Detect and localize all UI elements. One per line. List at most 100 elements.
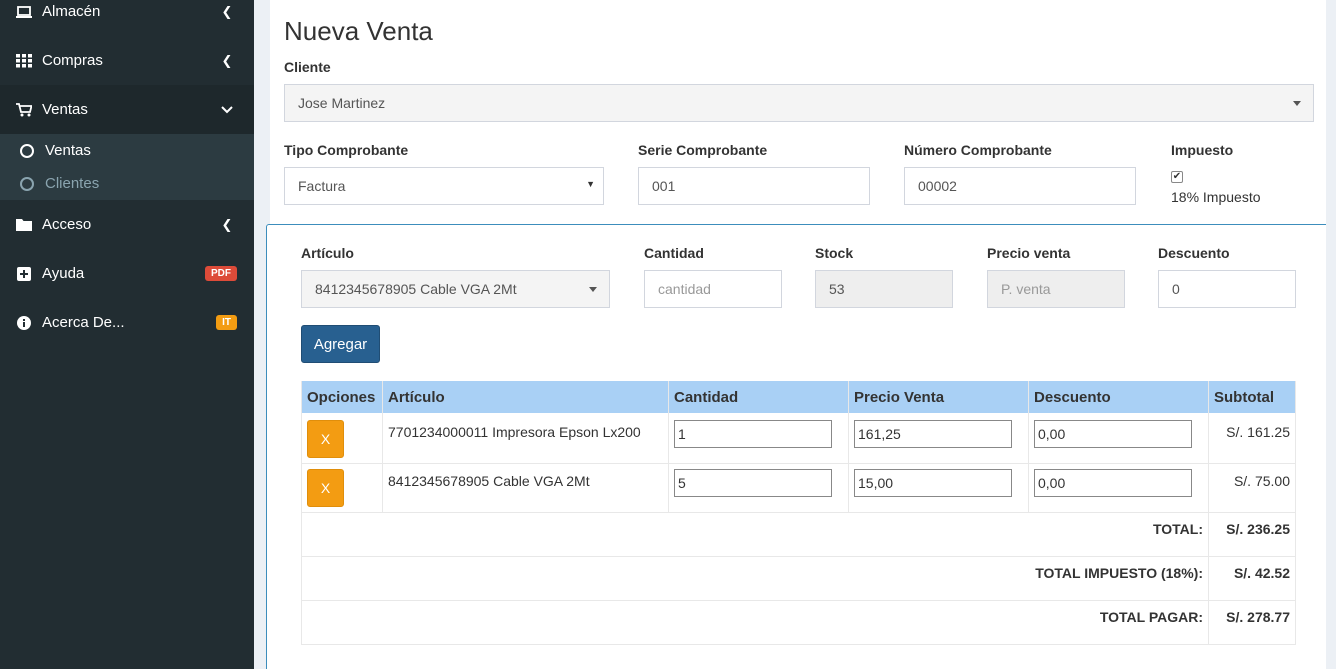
table-divider	[301, 556, 1296, 557]
total-label: TOTAL:	[1152, 521, 1203, 537]
sidebar-item-ventas[interactable]: Ventas	[0, 85, 254, 134]
articulo-label: Artículo	[301, 245, 354, 261]
sidebar-item-label: Ventas	[42, 101, 88, 118]
cart-icon	[16, 102, 32, 117]
cantidad-placeholder: cantidad	[658, 281, 711, 297]
it-badge: IT	[216, 315, 237, 330]
impuesto-checkbox[interactable]: ✔	[1171, 171, 1183, 183]
sidebar: Almacén ❮ Compras ❮ Ventas Ventas Client…	[0, 0, 254, 669]
sidebar-item-label: Acerca De...	[42, 314, 125, 331]
laptop-icon	[16, 5, 32, 19]
ventas-submenu: Ventas Clientes	[0, 134, 254, 200]
circle-icon	[20, 176, 34, 191]
page-scroll-gutter	[1326, 0, 1336, 669]
stock-value: 53	[829, 281, 845, 297]
row-descuento-input[interactable]: 0,00	[1034, 469, 1192, 497]
row-precio-input[interactable]: 161,25	[854, 420, 1012, 448]
impuesto-label: Impuesto	[1171, 142, 1234, 158]
total-pagar-label: TOTAL PAGAR:	[1099, 609, 1203, 625]
table-border	[1295, 381, 1296, 645]
row-subtotal: S/. 161.25	[1226, 424, 1290, 440]
agregar-button[interactable]: Agregar	[301, 325, 380, 363]
chevron-left-icon: ❮	[221, 52, 233, 68]
table-divider	[301, 600, 1296, 601]
table-divider	[668, 381, 669, 513]
sidebar-item-label: Acceso	[42, 216, 92, 233]
submenu-item-label: Ventas	[45, 142, 91, 159]
precio-venta-placeholder: P. venta	[1001, 281, 1051, 297]
header-articulo: Artículo	[388, 388, 445, 406]
submenu-item-clientes[interactable]: Clientes	[0, 167, 254, 200]
row-cantidad-input[interactable]: 5	[674, 469, 832, 497]
impuesto-checkbox-label: 18% Impuesto	[1171, 189, 1261, 205]
tipo-comprobante-value: Factura	[298, 178, 346, 194]
table-border	[301, 381, 302, 645]
table-divider	[848, 381, 849, 513]
caret-down-icon	[589, 287, 597, 292]
tipo-comprobante-label: Tipo Comprobante	[284, 142, 409, 158]
plus-square-icon	[16, 266, 32, 281]
articulo-value: 8412345678905 Cable VGA 2Mt	[315, 281, 517, 297]
serie-comprobante-input[interactable]: 001	[638, 167, 870, 205]
stock-input: 53	[815, 270, 953, 308]
numero-comprobante-value: 00002	[918, 178, 957, 194]
circle-icon	[20, 143, 34, 158]
articulo-select[interactable]: 8412345678905 Cable VGA 2Mt	[301, 270, 610, 308]
chevron-down-icon	[220, 102, 234, 117]
sidebar-item-compras[interactable]: Compras ❮	[0, 36, 254, 85]
header-descuento: Descuento	[1034, 388, 1111, 406]
descuento-value: 0	[1172, 281, 1180, 297]
total-impuesto-label: TOTAL IMPUESTO (18%):	[1035, 565, 1203, 581]
descuento-input[interactable]: 0	[1158, 270, 1296, 308]
table-divider	[301, 463, 1296, 464]
grid-icon	[16, 53, 32, 68]
cantidad-input[interactable]: cantidad	[644, 270, 782, 308]
table-divider	[1208, 381, 1209, 645]
row-cantidad-input[interactable]: 1	[674, 420, 832, 448]
sidebar-item-label: Compras	[42, 52, 103, 69]
cliente-label: Cliente	[284, 59, 331, 75]
select-arrow-icon: ▼	[586, 179, 595, 189]
row-articulo: 7701234000011 Impresora Epson Lx200	[388, 424, 641, 440]
row-articulo: 8412345678905 Cable VGA 2Mt	[388, 473, 590, 489]
cantidad-label: Cantidad	[644, 245, 704, 261]
chevron-left-icon: ❮	[221, 216, 233, 232]
table-divider	[301, 644, 1296, 645]
numero-comprobante-input[interactable]: 00002	[904, 167, 1136, 205]
numero-comprobante-label: Número Comprobante	[904, 142, 1052, 158]
descuento-label: Descuento	[1158, 245, 1230, 261]
sidebar-item-label: Ayuda	[42, 265, 85, 282]
tipo-comprobante-select[interactable]: Factura ▼	[284, 167, 604, 205]
sidebar-item-acceso[interactable]: Acceso ❮	[0, 200, 254, 249]
header-subtotal: Subtotal	[1214, 388, 1274, 406]
submenu-item-label: Clientes	[45, 175, 100, 192]
total-impuesto-value: S/. 42.52	[1233, 565, 1290, 581]
submenu-item-ventas[interactable]: Ventas	[0, 134, 254, 167]
cliente-value: Jose Martinez	[298, 95, 386, 111]
row-precio-input[interactable]: 15,00	[854, 469, 1012, 497]
page-title: Nueva Venta	[284, 16, 433, 46]
remove-row-button[interactable]: X	[307, 420, 344, 458]
folder-icon	[16, 218, 32, 231]
sidebar-item-ayuda[interactable]: Ayuda PDF	[0, 249, 254, 298]
cliente-select[interactable]: Jose Martinez	[284, 84, 1314, 122]
chevron-left-icon: ❮	[221, 3, 233, 19]
sidebar-item-acerca[interactable]: Acerca De... IT	[0, 298, 254, 347]
stock-label: Stock	[815, 245, 854, 261]
precio-venta-input: P. venta	[987, 270, 1125, 308]
caret-down-icon	[1293, 101, 1301, 106]
table-divider	[1028, 381, 1029, 513]
sidebar-item-almacen[interactable]: Almacén ❮	[0, 0, 254, 36]
serie-comprobante-label: Serie Comprobante	[638, 142, 768, 158]
info-icon	[16, 315, 32, 330]
header-precio-venta: Precio Venta	[854, 388, 945, 406]
header-cantidad: Cantidad	[674, 388, 739, 406]
remove-row-button[interactable]: X	[307, 469, 344, 507]
row-descuento-input[interactable]: 0,00	[1034, 420, 1192, 448]
row-subtotal: S/. 75.00	[1233, 473, 1290, 489]
total-pagar-value: S/. 278.77	[1226, 609, 1290, 625]
table-header: Opciones Artículo Cantidad Precio Venta …	[301, 381, 1296, 413]
precio-venta-label: Precio venta	[987, 245, 1071, 261]
pdf-badge: PDF	[205, 266, 237, 281]
table-divider	[301, 512, 1296, 513]
